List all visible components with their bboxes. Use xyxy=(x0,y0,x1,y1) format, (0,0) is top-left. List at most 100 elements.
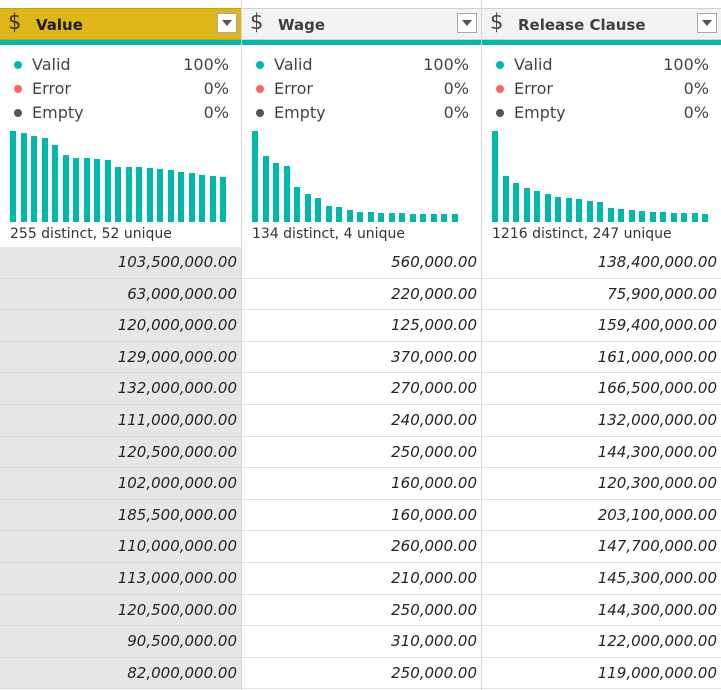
histogram-bar[interactable] xyxy=(576,199,582,222)
histogram-bar[interactable] xyxy=(502,176,509,222)
table-cell[interactable]: 144,300,000.00 xyxy=(482,595,721,627)
histogram-bar[interactable] xyxy=(220,177,226,222)
table-cell[interactable]: 102,000,000.00 xyxy=(0,468,241,500)
histogram-bar[interactable] xyxy=(199,175,205,222)
histogram-bar[interactable] xyxy=(52,145,58,222)
histogram-bar[interactable] xyxy=(20,133,27,222)
table-cell[interactable]: 75,900,000.00 xyxy=(482,279,721,311)
histogram-bar[interactable] xyxy=(660,212,666,222)
column-title[interactable]: Value xyxy=(36,16,83,34)
table-cell[interactable]: 120,000,000.00 xyxy=(0,310,241,342)
table-cell[interactable]: 270,000.00 xyxy=(242,373,481,405)
chevron-down-icon[interactable] xyxy=(217,13,237,33)
histogram-bar[interactable] xyxy=(649,212,656,222)
table-cell[interactable]: 145,300,000.00 xyxy=(482,563,721,595)
table-cell[interactable]: 210,000.00 xyxy=(242,563,481,595)
histogram-bar[interactable] xyxy=(273,163,279,222)
histogram-bar[interactable] xyxy=(670,213,677,222)
histogram-bar[interactable] xyxy=(136,167,142,222)
table-cell[interactable]: 110,000,000.00 xyxy=(0,531,241,563)
histogram-bar[interactable] xyxy=(544,194,551,222)
chevron-down-icon[interactable] xyxy=(457,13,477,33)
histogram-bar[interactable] xyxy=(523,188,530,222)
histogram-bar[interactable] xyxy=(178,172,184,222)
table-cell[interactable]: 159,400,000.00 xyxy=(482,310,721,342)
histogram-bar[interactable] xyxy=(357,212,363,222)
histogram-bar[interactable] xyxy=(430,214,437,222)
histogram-bar[interactable] xyxy=(691,213,698,222)
histogram-bar[interactable] xyxy=(283,166,290,222)
histogram-bar[interactable] xyxy=(618,209,624,222)
table-cell[interactable]: 120,500,000.00 xyxy=(0,594,241,627)
table-cell[interactable]: 132,000,000.00 xyxy=(482,405,721,437)
value-distribution-histogram[interactable] xyxy=(252,131,472,222)
histogram-bar[interactable] xyxy=(41,138,48,222)
table-cell[interactable]: 203,100,000.00 xyxy=(482,500,721,532)
table-cell[interactable]: 82,000,000.00 xyxy=(0,657,241,690)
value-distribution-histogram[interactable] xyxy=(10,131,230,222)
histogram-bar[interactable] xyxy=(586,201,593,222)
table-cell[interactable]: 125,000.00 xyxy=(242,310,481,342)
histogram-bar[interactable] xyxy=(125,167,132,222)
table-cell[interactable]: 138,400,000.00 xyxy=(482,247,721,279)
histogram-bar[interactable] xyxy=(378,213,384,222)
table-cell[interactable]: 132,000,000.00 xyxy=(0,373,241,405)
table-cell[interactable]: 90,500,000.00 xyxy=(0,626,241,658)
table-cell[interactable]: 119,000,000.00 xyxy=(482,658,721,690)
table-cell[interactable]: 160,000.00 xyxy=(242,468,481,500)
histogram-bar[interactable] xyxy=(492,131,498,222)
histogram-bar[interactable] xyxy=(167,170,174,222)
histogram-bar[interactable] xyxy=(252,131,258,222)
histogram-bar[interactable] xyxy=(681,213,687,222)
histogram-bar[interactable] xyxy=(262,156,269,222)
histogram-bar[interactable] xyxy=(388,213,395,222)
histogram-bar[interactable] xyxy=(157,169,163,222)
histogram-bar[interactable] xyxy=(188,173,195,222)
table-cell[interactable]: 260,000.00 xyxy=(242,531,481,563)
table-cell[interactable]: 250,000.00 xyxy=(242,595,481,627)
table-cell[interactable]: 144,300,000.00 xyxy=(482,437,721,469)
histogram-bar[interactable] xyxy=(597,202,603,222)
table-cell[interactable]: 370,000.00 xyxy=(242,342,481,374)
column-header-value[interactable]: $ Value xyxy=(0,8,241,40)
histogram-bar[interactable] xyxy=(534,191,540,222)
table-cell[interactable]: 250,000.00 xyxy=(242,658,481,690)
column-header-wage[interactable]: $ Wage xyxy=(242,8,481,40)
table-cell[interactable]: 560,000.00 xyxy=(242,247,481,279)
table-cell[interactable]: 103,500,000.00 xyxy=(0,247,241,279)
histogram-bar[interactable] xyxy=(315,198,321,222)
histogram-bar[interactable] xyxy=(607,208,614,222)
table-cell[interactable]: 122,000,000.00 xyxy=(482,626,721,658)
table-cell[interactable]: 113,000,000.00 xyxy=(0,562,241,595)
column-title[interactable]: Wage xyxy=(278,16,325,34)
histogram-bar[interactable] xyxy=(104,160,111,222)
histogram-bar[interactable] xyxy=(62,155,69,222)
histogram-bar[interactable] xyxy=(565,198,572,222)
table-cell[interactable]: 111,000,000.00 xyxy=(0,404,241,437)
histogram-bar[interactable] xyxy=(628,210,635,222)
table-cell[interactable]: 147,700,000.00 xyxy=(482,531,721,563)
histogram-bar[interactable] xyxy=(94,159,100,222)
dollar-icon[interactable]: $ xyxy=(250,10,263,34)
column-title[interactable]: Release Clause xyxy=(518,16,646,34)
table-cell[interactable]: 161,000,000.00 xyxy=(482,342,721,374)
histogram-bar[interactable] xyxy=(146,168,153,222)
dollar-icon[interactable]: $ xyxy=(8,10,21,34)
column-header-release-clause[interactable]: $ Release Clause xyxy=(482,8,721,40)
histogram-bar[interactable] xyxy=(451,214,458,222)
table-cell[interactable]: 129,000,000.00 xyxy=(0,341,241,374)
histogram-bar[interactable] xyxy=(325,206,332,222)
histogram-bar[interactable] xyxy=(702,214,708,222)
histogram-bar[interactable] xyxy=(639,211,645,222)
table-cell[interactable]: 63,000,000.00 xyxy=(0,278,241,311)
histogram-bar[interactable] xyxy=(115,167,121,222)
table-cell[interactable]: 240,000.00 xyxy=(242,405,481,437)
table-cell[interactable]: 185,500,000.00 xyxy=(0,499,241,532)
histogram-bar[interactable] xyxy=(294,187,300,222)
table-cell[interactable]: 250,000.00 xyxy=(242,437,481,469)
chevron-down-icon[interactable] xyxy=(697,13,717,33)
histogram-bar[interactable] xyxy=(513,183,519,222)
histogram-bar[interactable] xyxy=(73,158,79,222)
table-cell[interactable]: 120,500,000.00 xyxy=(0,436,241,469)
table-cell[interactable]: 220,000.00 xyxy=(242,279,481,311)
